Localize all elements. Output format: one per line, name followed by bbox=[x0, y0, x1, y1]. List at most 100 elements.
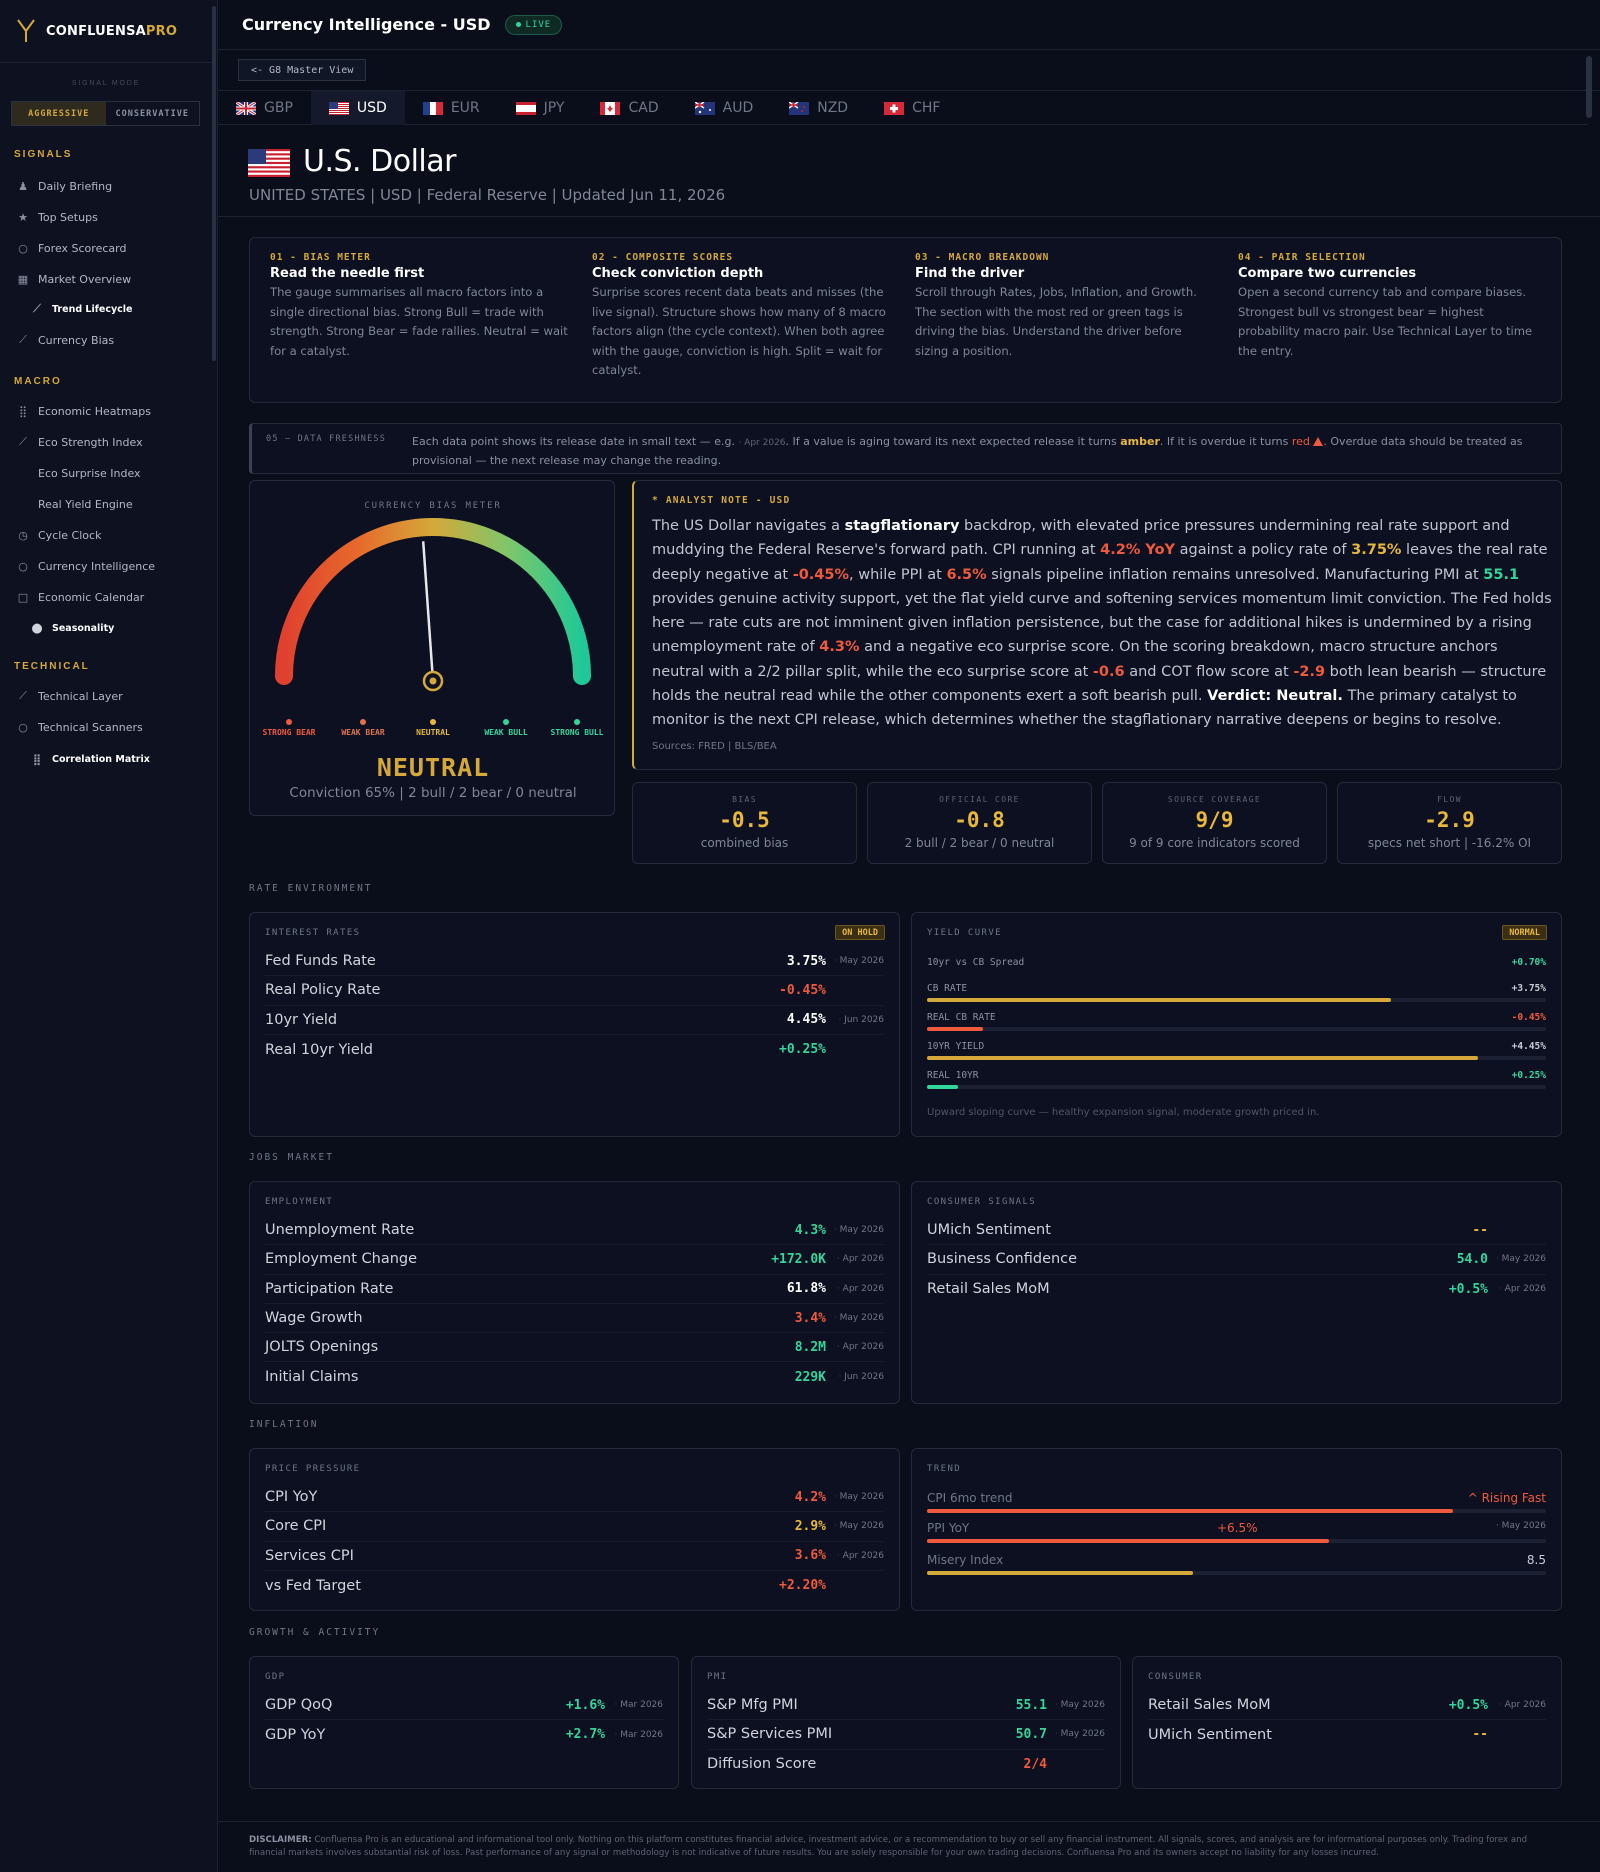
sidebar-item-label: Technical Layer bbox=[38, 689, 123, 703]
sidebar-item-economic-calendar[interactable]: □ Economic Calendar bbox=[16, 587, 144, 607]
user-icon: ♟ bbox=[18, 179, 28, 193]
sidebar-item-currency-bias[interactable]: ⟋ Currency Bias bbox=[16, 330, 114, 350]
row-date: Apr 2026 bbox=[826, 1551, 884, 1561]
tab-usd[interactable]: USD bbox=[310, 91, 405, 125]
panel-title: CONSUMER bbox=[1148, 1672, 1203, 1682]
tab-label: GBP bbox=[264, 100, 293, 116]
sidebar-item-eco-strength-index[interactable]: ⟋ Eco Strength Index bbox=[16, 432, 142, 452]
consumer-signals-panel: CONSUMER SIGNALS UMich Sentiment -- Busine… bbox=[911, 1181, 1562, 1404]
guide-step-body: Open a second currency tab and compare b… bbox=[1238, 285, 1533, 358]
consumer-signals-row: UMich Sentiment -- bbox=[927, 1216, 1546, 1246]
yield-bar-track bbox=[927, 998, 1546, 1002]
tab-nzd[interactable]: NZD bbox=[771, 91, 866, 125]
sidebar-item-trend-lifecycle[interactable]: ⟋ Trend Lifecycle bbox=[30, 299, 132, 319]
sidebar-item-currency-intelligence[interactable]: ○ Currency Intelligence bbox=[16, 556, 155, 576]
mode-aggressive-button[interactable]: AGGRESSIVE bbox=[12, 102, 106, 125]
stat-value: -2.9 bbox=[1424, 808, 1475, 832]
row-value: +2.7% bbox=[565, 1727, 605, 1743]
trend-value: ^ Rising Fast bbox=[1467, 1491, 1546, 1505]
analyst-note: * ANALYST NOTE - USD The US Dollar navig… bbox=[632, 480, 1562, 770]
page-title: Currency Intelligence - USD bbox=[242, 15, 491, 34]
row-label: 10yr Yield bbox=[265, 1011, 338, 1028]
trend-bar-fill bbox=[927, 1539, 1330, 1543]
sidebar-item-label: Economic Heatmaps bbox=[38, 404, 152, 418]
sidebar-item-label: Seasonality bbox=[52, 622, 115, 634]
page-scrollbar[interactable] bbox=[1586, 56, 1592, 118]
sidebar-item-daily-briefing[interactable]: ♟ Daily Briefing bbox=[16, 176, 112, 196]
employment-row: Wage Growth 3.4%May 2026 bbox=[265, 1304, 884, 1334]
trend-cpi-6mo-trend: CPI 6mo trend ^ Rising Fast bbox=[927, 1491, 1546, 1513]
consumer-signals-rows: UMich Sentiment -- Business Confidence 54.0… bbox=[927, 1216, 1546, 1304]
sidebar-item-economic-heatmaps[interactable]: ⣿ Economic Heatmaps bbox=[16, 401, 151, 421]
brand-name: CONFLUENSAPRO bbox=[46, 23, 178, 39]
tab-label: CAD bbox=[628, 100, 659, 116]
analyst-text-run: , while PPI at bbox=[849, 566, 947, 583]
sidebar-item-seasonality[interactable]: ● Seasonality bbox=[30, 618, 114, 638]
sidebar-item-market-overview[interactable]: ▦ Market Overview bbox=[16, 269, 131, 289]
tab-chf[interactable]: CHF bbox=[866, 91, 958, 125]
pmi-row: S&P Services PMI 50.7May 2026 bbox=[707, 1720, 1105, 1750]
tab-eur[interactable]: EUR bbox=[405, 91, 498, 125]
sidebar-item-cycle-clock[interactable]: ◷ Cycle Clock bbox=[16, 525, 101, 545]
stat-sub: combined bias bbox=[700, 836, 789, 850]
pmi-row: S&P Mfg PMI 55.1May 2026 bbox=[707, 1691, 1105, 1721]
sidebar-item-real-yield-engine[interactable]: Real Yield Engine bbox=[38, 494, 133, 514]
sidebar-section-signals: SIGNALS bbox=[14, 149, 73, 160]
panel-title: GDP bbox=[265, 1672, 286, 1682]
panel-title: CONSUMER SIGNALS bbox=[927, 1197, 1037, 1207]
yield-bar-header: CB RATE +3.75% bbox=[927, 983, 1546, 994]
zone-dot-icon bbox=[286, 719, 292, 725]
tab-label: AUD bbox=[722, 100, 754, 116]
pmi-row: Diffusion Score 2/4 bbox=[707, 1750, 1105, 1779]
currency-name: U.S. Dollar bbox=[303, 144, 456, 179]
sidebar-item-eco-surprise-index[interactable]: Eco Surprise Index bbox=[38, 463, 141, 483]
price-pressure-row: CPI YoY 4.2%May 2026 bbox=[265, 1483, 884, 1513]
yield-bar-label: REAL 10YR bbox=[927, 1070, 979, 1081]
yield-bar-label: REAL CB RATE bbox=[927, 1012, 996, 1023]
analyst-highlight: 3.75% bbox=[1351, 542, 1402, 559]
sidebar-item-technical-layer[interactable]: ⟋ Technical Layer bbox=[16, 686, 123, 706]
yield-bar-cb-rate: CB RATE +3.75% bbox=[927, 983, 1546, 1002]
tab-cad[interactable]: CAD bbox=[582, 91, 676, 125]
sidebar-item-label: Top Setups bbox=[38, 210, 98, 224]
yield-bar-value: +4.45% bbox=[1511, 1041, 1546, 1052]
mode-conservative-button[interactable]: CONSERVATIVE bbox=[106, 102, 200, 125]
sidebar-item-technical-scanners[interactable]: ○ Technical Scanners bbox=[16, 717, 143, 737]
sidebar-item-forex-scorecard[interactable]: ○ Forex Scorecard bbox=[16, 238, 126, 258]
g8-master-view-button[interactable]: <- G8 Master View bbox=[238, 59, 367, 81]
trend-misery-index: Misery Index 8.5 bbox=[927, 1553, 1546, 1575]
panel-title: PRICE PRESSURE bbox=[265, 1464, 361, 1474]
gauge-zone-weak-bear: WEAK BEAR bbox=[333, 719, 393, 738]
tab-aud[interactable]: AUD bbox=[677, 91, 772, 125]
sidebar-item-label: Correlation Matrix bbox=[52, 753, 150, 765]
trend-icon: ⟋ bbox=[19, 333, 27, 346]
gauge-zone-weak-bull: WEAK BULL bbox=[476, 719, 536, 738]
tab-jpy[interactable]: JPY bbox=[498, 91, 583, 125]
yield-bar-track bbox=[927, 1085, 1546, 1089]
sidebar-scrollbar[interactable] bbox=[212, 6, 216, 361]
trend-bar-track bbox=[927, 1539, 1546, 1543]
yield-bar-fill bbox=[927, 1056, 1478, 1060]
row-date: Jun 2026 bbox=[826, 1372, 884, 1382]
sidebar-item-correlation-matrix[interactable]: ⣿ Correlation Matrix bbox=[30, 749, 150, 769]
stat-value: -0.8 bbox=[954, 808, 1005, 832]
stat-label: BIAS bbox=[732, 795, 757, 804]
guide-step-number: 01 - BIAS METER bbox=[270, 252, 371, 263]
stat-sub: 9 of 9 core indicators scored bbox=[1129, 836, 1300, 850]
row-label: CPI YoY bbox=[265, 1489, 318, 1506]
gauge-verdict: NEUTRAL bbox=[376, 753, 490, 782]
sidebar-item-top-setups[interactable]: ★ Top Setups bbox=[16, 207, 98, 227]
row-value: +1.6% bbox=[565, 1697, 605, 1713]
interest-rates-row: 10yr Yield 4.45%Jun 2026 bbox=[265, 1006, 884, 1035]
back-row: <- G8 Master View bbox=[218, 51, 1600, 91]
gauge-zone-strong-bear: STRONG BEAR bbox=[259, 719, 319, 738]
zone-label: STRONG BULL bbox=[550, 728, 604, 737]
freshness-text: Each data point shows its release date i… bbox=[412, 435, 1523, 467]
guide-step-title: Check conviction depth bbox=[592, 266, 764, 281]
brand[interactable]: CONFLUENSAPRO bbox=[16, 18, 177, 44]
warning-triangle-icon bbox=[1313, 437, 1324, 446]
analyst-highlight: -0.6 bbox=[1092, 663, 1125, 680]
jpy-flag-icon bbox=[515, 101, 536, 115]
analyst-highlight: 6.5% bbox=[946, 566, 987, 583]
tab-gbp[interactable]: GBP bbox=[218, 91, 311, 125]
